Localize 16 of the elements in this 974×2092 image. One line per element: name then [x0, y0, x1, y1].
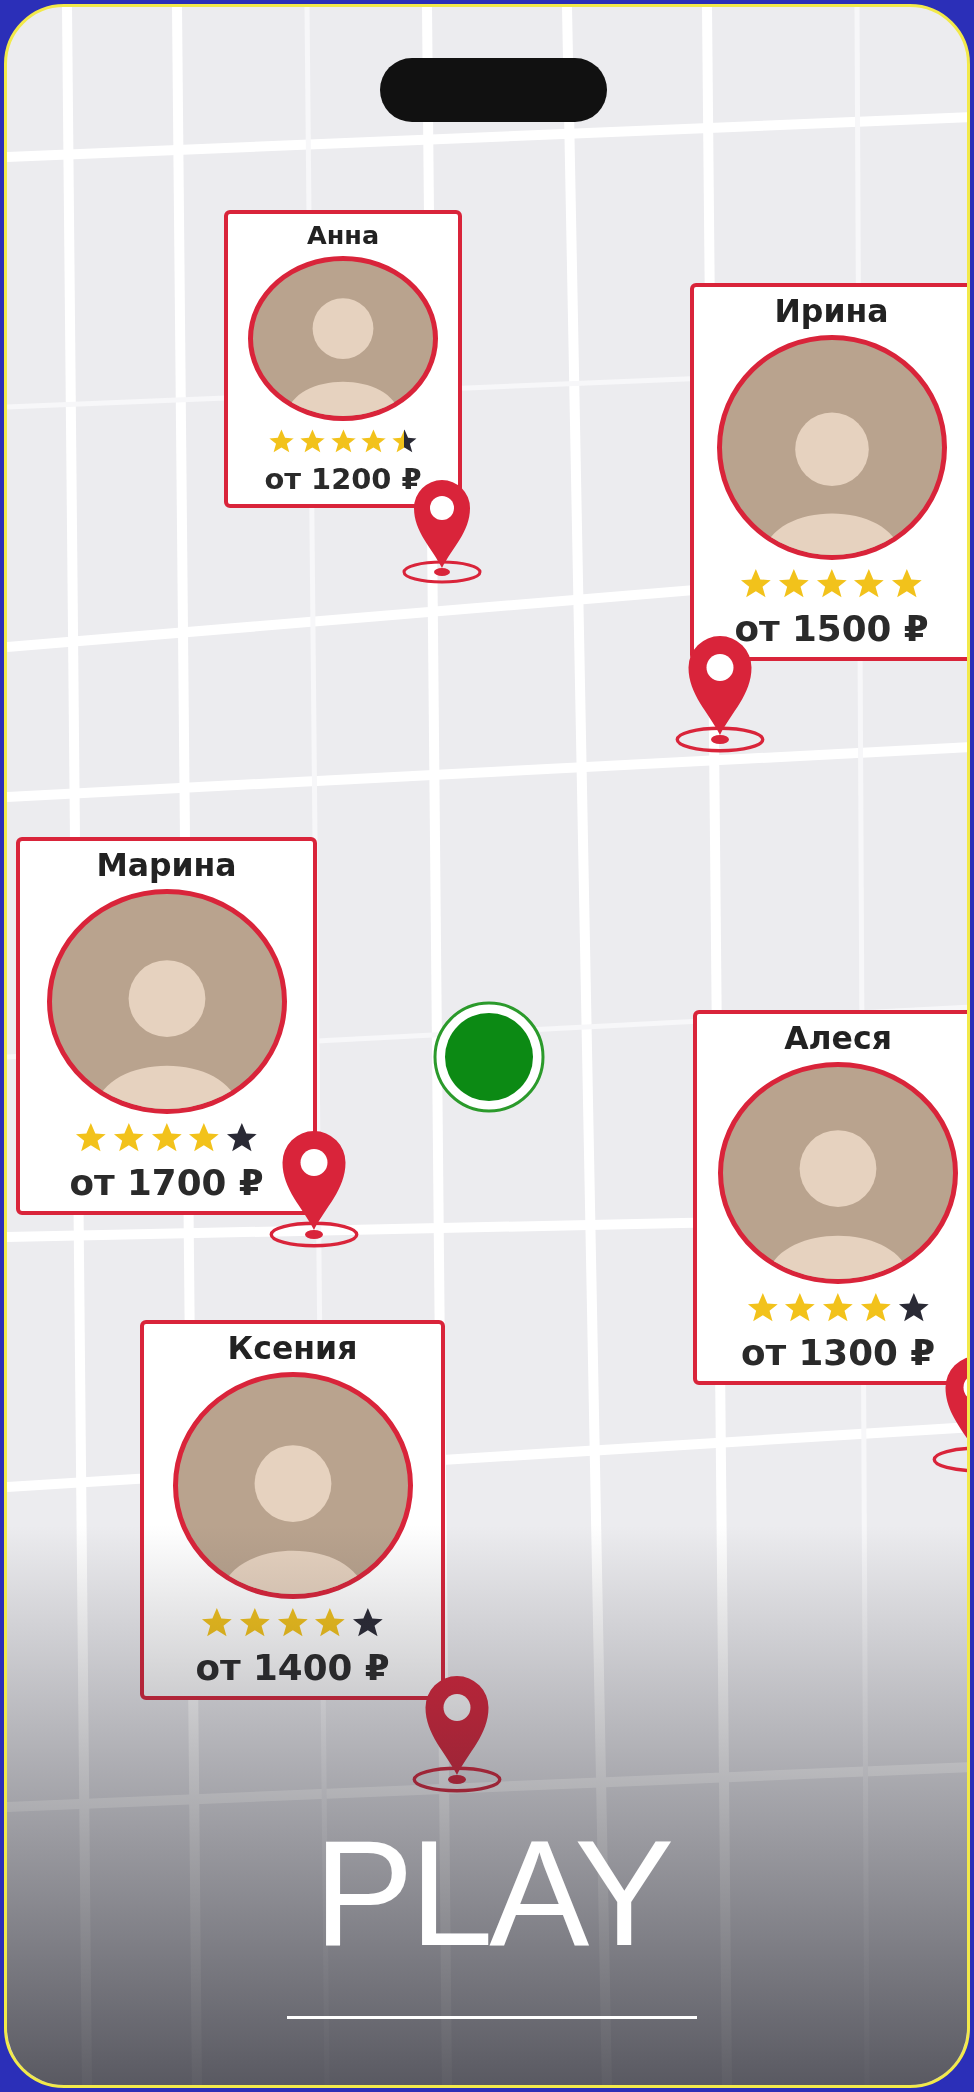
price-text: от 1500 ₽: [734, 608, 929, 649]
profile-name: Ксения: [227, 1330, 358, 1366]
profile-name: Алеся: [784, 1020, 892, 1056]
profile-card[interactable]: Анна от 1200 ₽: [224, 210, 462, 508]
price-text: от 1300 ₽: [740, 1332, 936, 1373]
profile-name: Ирина: [774, 293, 889, 329]
profile-card[interactable]: Алеся от 1300 ₽: [693, 1010, 967, 1385]
current-location-icon: [432, 1000, 546, 1114]
profile-card[interactable]: Ксения от 1400 ₽: [140, 1320, 445, 1700]
profile-card[interactable]: Ирина от 1500 ₽: [690, 283, 967, 661]
profile-name: Анна: [306, 220, 380, 250]
price-text: от 1400 ₽: [195, 1647, 390, 1688]
price-text: от 1200 ₽: [264, 462, 422, 496]
profile-name: Марина: [96, 847, 237, 883]
price-text: от 1700 ₽: [69, 1162, 264, 1203]
profile-card[interactable]: Марина от 1700 ₽: [16, 837, 317, 1215]
